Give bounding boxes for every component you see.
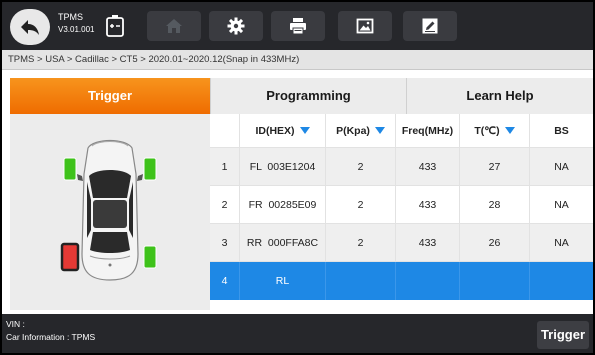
sort-down-icon (374, 127, 385, 134)
home-icon (166, 19, 182, 33)
image-icon (356, 18, 374, 34)
row-pressure: 2 (326, 148, 396, 185)
car-top-view (60, 139, 157, 281)
printer-icon (290, 18, 306, 35)
tire-rl-indicator[interactable] (60, 242, 80, 272)
tab-programming[interactable]: Programming (210, 78, 406, 114)
row-temp (460, 262, 530, 300)
trigger-button[interactable]: Trigger (537, 321, 589, 349)
top-toolbar: TPMS V3.01.001 (2, 2, 593, 50)
row-bs: NA (554, 236, 569, 249)
car-information-label: Car Information : TPMS (6, 332, 96, 342)
vin-label: VIN : (6, 319, 25, 329)
header-id[interactable]: ID(HEX) (240, 114, 326, 147)
table-header: ID(HEX) P(Kpa) Freq(MHz) T(℃) BS (210, 114, 593, 148)
tab-trigger[interactable]: Trigger (10, 78, 210, 114)
home-button[interactable] (147, 11, 201, 41)
row-temp: 26 (460, 224, 530, 261)
row-id: FR 00285E09 (240, 186, 326, 223)
gear-icon (227, 17, 245, 35)
header-bs: BS (554, 124, 569, 137)
row-id: RL (240, 262, 326, 300)
row-temp: 27 (460, 148, 530, 185)
tire-rr-indicator[interactable] (143, 245, 157, 269)
row-freq: 433 (396, 186, 460, 223)
edit-button[interactable] (403, 11, 457, 41)
app-version: V3.01.001 (58, 25, 95, 34)
header-num (210, 114, 240, 147)
tire-fl-indicator[interactable] (63, 157, 77, 181)
vehicle-diagram-panel (10, 114, 210, 310)
header-temp[interactable]: T(℃) (460, 114, 530, 147)
row-freq: 433 (396, 148, 460, 185)
breadcrumb-bar: TPMS > USA > Cadillac > CT5 > 2020.01~20… (2, 50, 593, 70)
bottom-bar: VIN : Car Information : TPMS Trigger (2, 314, 593, 353)
table-row[interactable]: 3 RR 000FFA8C 2 433 26 NA (210, 224, 593, 262)
row-bs: NA (554, 198, 569, 211)
back-button[interactable] (10, 9, 50, 45)
table-row[interactable]: 1 FL 003E1204 2 433 27 NA (210, 148, 593, 186)
header-pressure-label: P(Kpa) (336, 124, 370, 137)
table-row[interactable]: 2 FR 00285E09 2 433 28 NA (210, 186, 593, 224)
row-pressure: 2 (326, 186, 396, 223)
row-id: FL 003E1204 (240, 148, 326, 185)
row-num: 1 (210, 148, 240, 185)
print-button[interactable] (271, 11, 325, 41)
settings-button[interactable] (209, 11, 263, 41)
row-num: 4 (210, 262, 240, 300)
row-bs (530, 262, 593, 300)
row-num: 2 (210, 186, 240, 223)
sensor-table: ID(HEX) P(Kpa) Freq(MHz) T(℃) BS 1 FL 00… (210, 114, 593, 310)
row-pressure: 2 (326, 224, 396, 261)
row-freq: 433 (396, 224, 460, 261)
back-arrow-icon (21, 20, 39, 35)
header-temp-label: T(℃) (474, 124, 500, 137)
tab-bar: Trigger Programming Learn Help (10, 78, 593, 114)
tab-learn-help[interactable]: Learn Help (406, 78, 593, 114)
battery-charging-icon (106, 15, 124, 37)
row-temp: 28 (460, 186, 530, 223)
screenshot-button[interactable] (338, 11, 392, 41)
row-pressure (326, 262, 396, 300)
sort-down-icon (299, 127, 310, 134)
row-id: RR 000FFA8C (240, 224, 326, 261)
row-num: 3 (210, 224, 240, 261)
header-pressure[interactable]: P(Kpa) (326, 114, 396, 147)
header-freq: Freq(MHz) (396, 114, 460, 147)
row-bs: NA (554, 160, 569, 173)
main-content: Trigger Programming Learn Help ID(HEX) P… (2, 70, 593, 314)
row-freq (396, 262, 460, 300)
breadcrumb: TPMS > USA > Cadillac > CT5 > 2020.01~20… (8, 54, 300, 65)
app-title: TPMS (58, 12, 84, 22)
edit-icon (422, 18, 438, 34)
header-id-label: ID(HEX) (255, 124, 295, 137)
tire-fr-indicator[interactable] (143, 157, 157, 181)
sort-down-icon (504, 127, 515, 134)
table-row-selected[interactable]: 4 RL (210, 262, 593, 300)
app-window: TPMS V3.01.001 TPMS > USA > Cadillac > C… (0, 0, 595, 355)
